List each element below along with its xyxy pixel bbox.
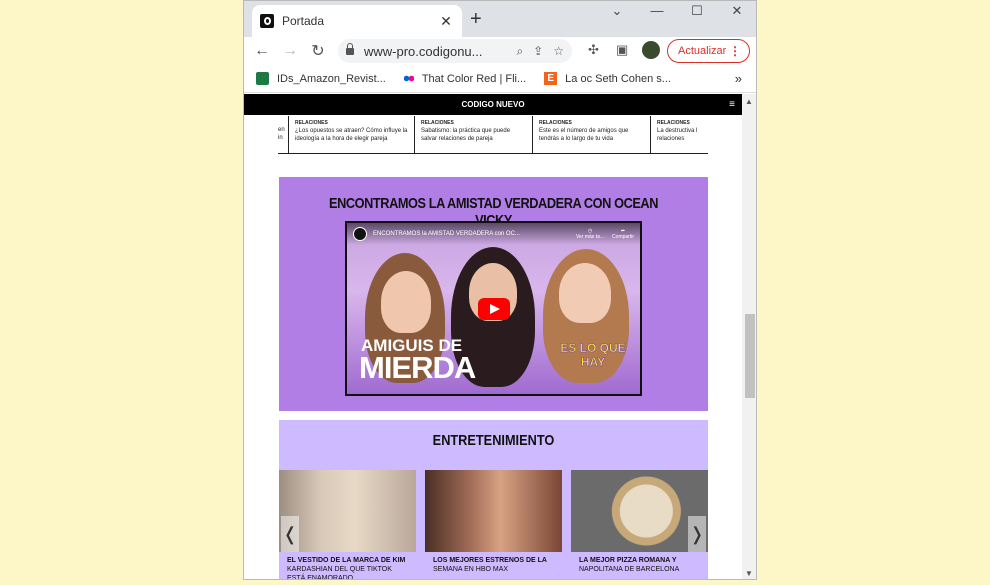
watch-later-label: Ver más ta... [575, 234, 605, 240]
share-video-button[interactable]: ➦ Compartir [612, 228, 634, 240]
bookmark-label: That Color Red | Fli... [421, 72, 527, 85]
related-articles-strip: en in RELACIONES ¿Los opuestos se atraen… [278, 116, 708, 154]
carousel-next-icon[interactable]: ❭ [688, 516, 706, 552]
tab-strip: Portada ✕ + ⌄ — ☐ ✕ [244, 1, 756, 37]
watch-later-button[interactable]: ◷ Ver más ta... [576, 228, 604, 240]
bookmarks-overflow-icon[interactable]: » [735, 71, 742, 86]
channel-logo-icon[interactable] [353, 227, 367, 241]
card-title: LOS MEJORES ESTRENOS DE LA [433, 557, 547, 564]
related-article[interactable]: RELACIONES La destructiva l relaciones [651, 116, 708, 153]
bookmark-item-flickr[interactable]: That Color Red | Fli... [403, 72, 527, 85]
extensions-puzzle-icon[interactable]: ✣ [588, 42, 599, 58]
bookmark-label: IDs_Amazon_Revist... [277, 72, 386, 85]
scroll-down-arrow-icon[interactable]: ▼ [745, 569, 753, 578]
maximize-button[interactable]: ☐ [682, 3, 712, 19]
video-top-bar: ENCONTRAMOS la AMISTAD VERDADERA con OC.… [347, 223, 640, 245]
related-kicker: RELACIONES [539, 120, 572, 126]
bookmarks-bar: IDs_Amazon_Revist... That Color Red | Fl… [244, 65, 756, 93]
couple-photo [425, 470, 562, 552]
zoom-icon[interactable]: ⌕ [516, 44, 523, 59]
bookmark-item-ids-amazon[interactable]: IDs_Amazon_Revist... [256, 72, 386, 85]
related-text: Este es el número de amigos que tendrás … [539, 128, 629, 142]
related-article[interactable]: RELACIONES Este es el número de amigos q… [533, 116, 651, 153]
card-subtitle: SEMANA EN HBO MAX [433, 566, 509, 573]
video-section: ENCONTRAMOS LA AMISTAD VERDADERA CON OCE… [279, 177, 708, 411]
es-lo-que-hay-badge: ES LO QUE HAY [560, 341, 626, 370]
related-article[interactable]: en in [278, 116, 289, 153]
tab-close-icon[interactable]: ✕ [438, 13, 454, 30]
play-button-icon[interactable] [478, 298, 510, 320]
flickr-icon [403, 72, 414, 85]
scroll-up-arrow-icon[interactable]: ▲ [745, 97, 753, 106]
page-viewport: CODIGO NUEVO ≡ en in RELACIONES ¿Los opu… [244, 94, 742, 580]
site-header: CODIGO NUEVO ≡ [244, 94, 742, 115]
related-article[interactable]: RELACIONES ¿Los opuestos se atraen? Cómo… [289, 116, 415, 153]
entertainment-heading: ENTRETENIMIENTO [432, 432, 555, 449]
side-panel-icon[interactable]: ▣ [616, 42, 628, 58]
card-subtitle: KARDASHIAN DEL QUE TIKTOK ESTÁ ENAMORADO [287, 566, 392, 580]
card-title: EL VESTIDO DE LA MARCA DE KIM [287, 557, 406, 564]
update-button[interactable]: Actualizar ⋮ [667, 39, 750, 63]
codigo-nuevo-favicon-icon [260, 14, 274, 28]
reload-icon[interactable]: ↻ [304, 41, 332, 61]
related-text: ¿Los opuestos se atraen? Cómo influye la… [295, 128, 408, 142]
card-subtitle: NAPOLITANA DE BARCELONA [579, 566, 680, 573]
carousel-prev-icon[interactable]: ❬ [281, 516, 299, 552]
site-logo-text[interactable]: CODIGO NUEVO [461, 100, 524, 109]
scrollbar-thumb[interactable] [745, 314, 755, 398]
tab-title: Portada [282, 14, 325, 28]
close-window-button[interactable]: ✕ [722, 3, 752, 19]
chrome-menu-icon[interactable]: ⋮ [729, 44, 741, 58]
profile-avatar[interactable] [642, 41, 660, 59]
new-tab-button[interactable]: + [470, 9, 482, 29]
video-title[interactable]: ENCONTRAMOS la AMISTAD VERDADERA con OC.… [373, 231, 568, 237]
youtube-embed[interactable]: ENCONTRAMOS la AMISTAD VERDADERA con OC.… [345, 221, 642, 396]
hamburger-menu-icon[interactable]: ≡ [729, 99, 735, 110]
forward-arrow-icon[interactable]: → [276, 42, 304, 60]
share-icon[interactable]: ⇪ [533, 44, 543, 58]
bookmark-item-etsy[interactable]: E La oc Seth Cohen s... [544, 72, 671, 85]
bookmark-star-icon[interactable]: ☆ [553, 44, 564, 58]
related-kicker: RELACIONES [421, 120, 454, 126]
address-bar[interactable]: www-pro.codigonu... ⌕ ⇪ ☆ [338, 39, 572, 63]
article-card[interactable]: EL VESTIDO DE LA MARCA DE KIM KARDASHIAN … [279, 470, 416, 580]
related-text: Sabatismo: la práctica que puede salvar … [421, 128, 511, 142]
kim-kardashian-photo [279, 470, 416, 552]
page-scrollbar[interactable]: ▲ ▼ [742, 94, 756, 579]
bookmark-label: La oc Seth Cohen s... [565, 72, 671, 85]
person-right-face [559, 263, 611, 323]
etsy-icon: E [544, 72, 558, 85]
entertainment-section: ENTRETENIMIENTO EL VESTIDO DE LA MARCA D… [279, 420, 708, 580]
tab-search-icon[interactable]: ⌄ [602, 3, 632, 19]
navigation-toolbar: ← → ↻ www-pro.codigonu... ⌕ ⇪ ☆ ✣ ▣ Actu… [244, 37, 756, 65]
card-title: LA MEJOR PIZZA ROMANA Y [579, 557, 677, 564]
related-article[interactable]: RELACIONES Sabatismo: la práctica que pu… [415, 116, 533, 153]
related-kicker: RELACIONES [295, 120, 328, 126]
back-arrow-icon[interactable]: ← [248, 42, 276, 60]
update-label: Actualizar [678, 45, 727, 57]
person-left-face [381, 271, 431, 333]
related-text: La destructiva l relaciones [657, 128, 698, 142]
browser-window: Portada ✕ + ⌄ — ☐ ✕ ← → ↻ www-pro.codigo… [243, 0, 757, 580]
url-text[interactable]: www-pro.codigonu... [364, 44, 506, 59]
share-label: Compartir [612, 234, 634, 240]
article-card[interactable]: LOS MEJORES ESTRENOS DE LA SEMANA EN HBO … [425, 470, 562, 578]
related-text: en in [278, 127, 285, 141]
video-overlay-line2: MIERDA [359, 350, 476, 385]
lock-icon[interactable] [346, 42, 354, 55]
minimize-button[interactable]: — [642, 3, 672, 18]
excel-icon [256, 72, 269, 85]
related-kicker: RELACIONES [657, 120, 690, 126]
tab-portada[interactable]: Portada ✕ [252, 5, 462, 37]
